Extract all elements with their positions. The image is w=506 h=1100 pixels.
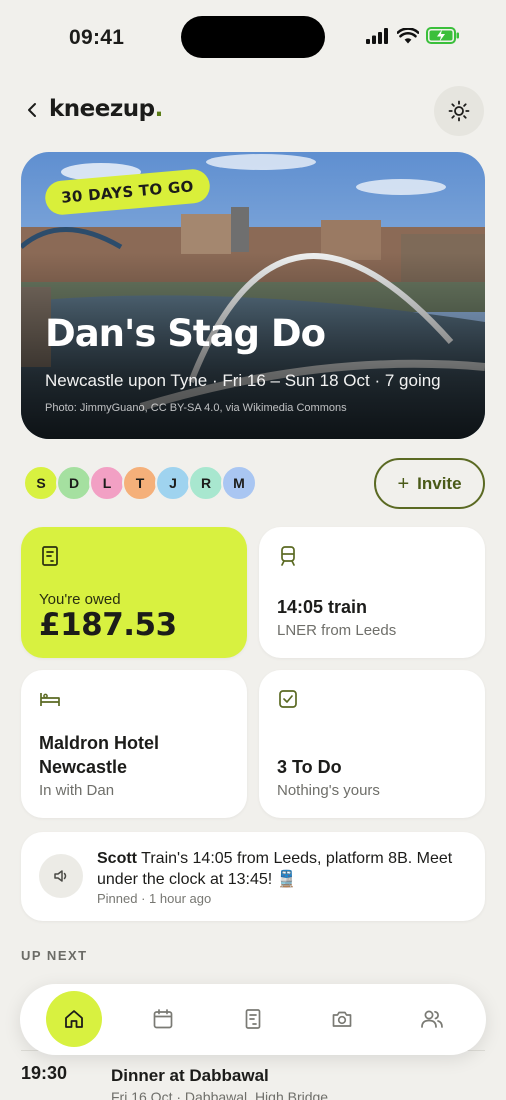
todo-subtitle: Nothing's yours [277, 782, 380, 799]
nav-home[interactable] [46, 991, 102, 1047]
event-hero[interactable]: 30 DAYS TO GO Dan's Stag Do Newcastle up… [21, 152, 485, 439]
schedule-time: 19:30 [21, 1063, 68, 1083]
avatar[interactable]: M [221, 465, 257, 501]
people-icon [421, 1010, 443, 1028]
chevron-left-icon [28, 103, 36, 117]
avatar[interactable]: R [188, 465, 224, 501]
avatar[interactable]: T [122, 465, 158, 501]
avatar[interactable]: S [23, 465, 59, 501]
pinned-text: Scott Train's 14:05 from Leeds, platform… [97, 848, 469, 890]
owed-amount: £187.53 [39, 607, 177, 643]
event-subtitle: Newcastle upon Tyne · Fri 16 – Sun 18 Oc… [45, 371, 441, 390]
status-bar: 09:41 [0, 0, 506, 76]
schedule-subtitle: Fri 16 Oct · Dabbawal, High Bridge [111, 1089, 329, 1100]
travel-card[interactable]: 14:05 train LNER from Leeds [259, 527, 485, 658]
brand-logo: kneezup. [49, 96, 163, 122]
bottom-nav [20, 984, 486, 1055]
bed-icon [40, 693, 60, 706]
receipt-icon [245, 1009, 261, 1029]
schedule-title[interactable]: Dinner at Dabbawal [111, 1066, 269, 1086]
nav-people[interactable] [404, 991, 460, 1047]
plus-icon: + [397, 472, 410, 495]
nav-photos[interactable] [314, 991, 370, 1047]
pinned-author: Scott [97, 850, 137, 867]
sun-icon [448, 100, 470, 122]
invite-label: Invite [417, 473, 462, 493]
nav-calendar[interactable] [135, 991, 191, 1047]
pinned-message[interactable]: Scott Train's 14:05 from Leeds, platform… [21, 832, 485, 921]
camera-icon [332, 1011, 352, 1027]
todo-card[interactable]: 3 To Do Nothing's yours [259, 670, 485, 818]
back-button[interactable] [20, 96, 44, 124]
brand-dot: . [154, 96, 164, 122]
avatar-initial: R [200, 475, 212, 491]
accommodation-card[interactable]: Maldron Hotel Newcastle In with Dan [21, 670, 247, 818]
brand-name: kneezup [49, 96, 155, 122]
dynamic-island [181, 16, 325, 58]
avatar-initial: D [68, 475, 80, 491]
avatar[interactable]: D [56, 465, 92, 501]
wifi-icon [397, 27, 419, 43]
status-time: 09:41 [69, 26, 125, 49]
battery-charging-icon [426, 27, 459, 44]
invite-button[interactable]: + Invite [374, 458, 485, 509]
train-title: 14:05 train [277, 597, 368, 617]
avatar-initial: L [102, 475, 112, 491]
pinned-meta: Pinned · 1 hour ago [97, 891, 212, 906]
avatar[interactable]: L [89, 465, 125, 501]
todo-title: 3 To Do [277, 757, 342, 777]
avatar-initial: J [169, 475, 177, 491]
nav-expenses[interactable] [225, 991, 281, 1047]
receipt-icon [42, 546, 58, 566]
status-icons [366, 27, 460, 44]
signal-icon [366, 27, 388, 44]
hotel-subtitle: In with Dan [39, 782, 115, 799]
avatar-initial: T [135, 475, 145, 491]
pinned-body: Train's 14:05 from Leeds, platform 8B. M… [97, 850, 453, 888]
expenses-card[interactable]: You're owed £187.53 [21, 527, 247, 658]
calendar-icon [153, 1009, 173, 1029]
avatar-initial: S [36, 475, 46, 491]
avatar[interactable]: J [155, 465, 191, 501]
hotel-name-line2: Newcastle [39, 757, 128, 777]
theme-toggle-button[interactable] [434, 86, 484, 136]
hotel-name-line1: Maldron Hotel [39, 733, 159, 753]
checkbox-icon [279, 690, 297, 708]
event-title: Dan's Stag Do [45, 312, 326, 355]
attendee-avatars[interactable]: S D L T J R M [23, 465, 257, 501]
train-subtitle: LNER from Leeds [277, 622, 397, 639]
megaphone-icon [39, 854, 83, 898]
avatar-initial: M [233, 475, 245, 491]
home-icon [65, 1010, 83, 1028]
header: kneezup. [0, 84, 506, 136]
train-icon [281, 546, 295, 566]
up-next-heading: UP NEXT [21, 948, 88, 963]
owed-label: You're owed [39, 591, 121, 608]
photo-credit: Photo: JimmyGuano, CC BY-SA 4.0, via Wik… [45, 402, 347, 414]
